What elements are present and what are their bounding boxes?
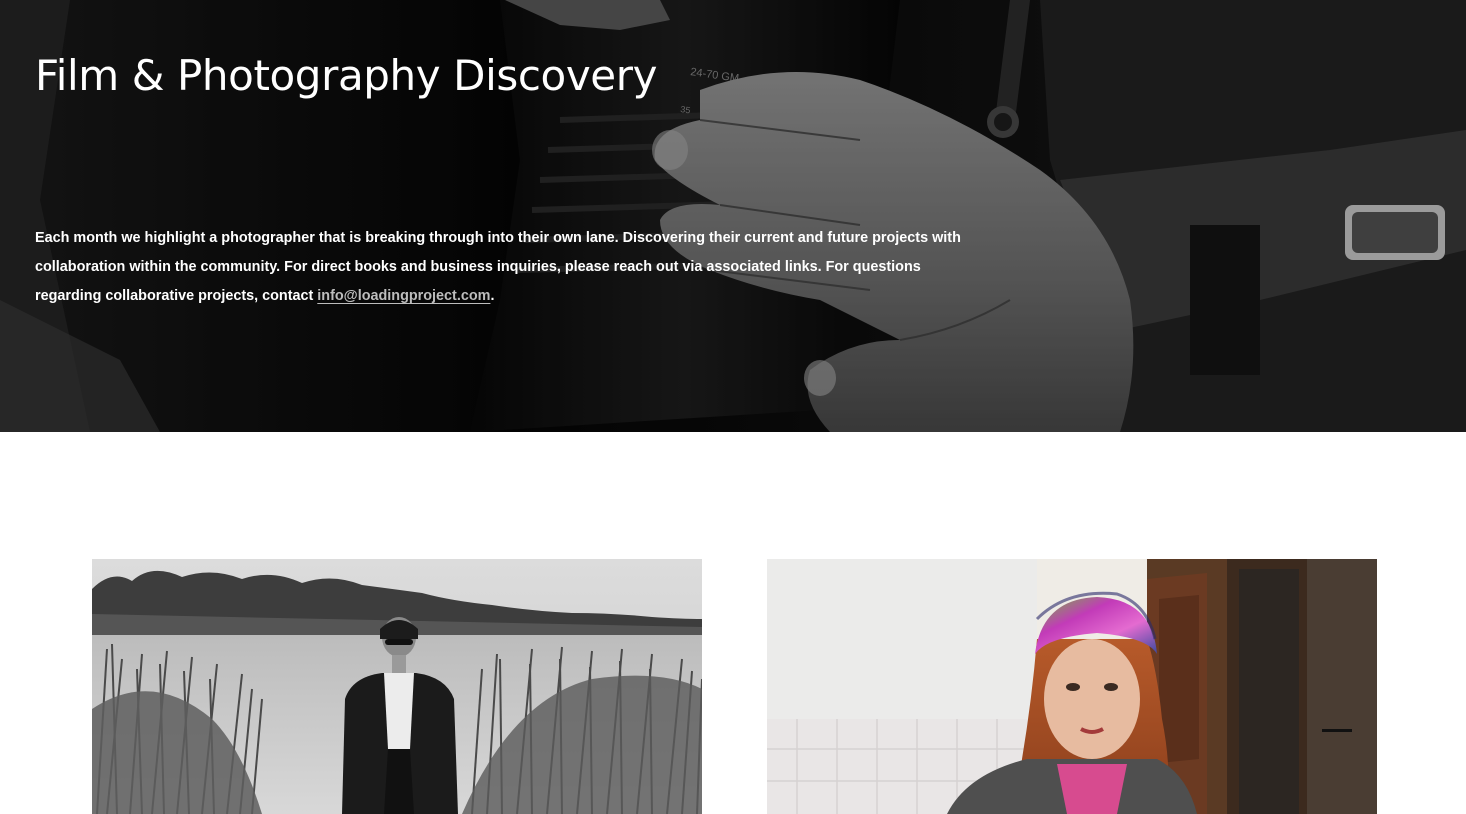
page-title: Film & Photography Discovery	[35, 51, 658, 100]
gallery-card-photographer-2[interactable]	[767, 559, 1377, 814]
photographer-gallery	[0, 559, 1466, 814]
gallery-card-photographer-1[interactable]	[92, 559, 702, 814]
hero-section: 24-70 GM 35 Film & Photography Discovery…	[0, 0, 1466, 432]
gallery-photo-lake-portrait[interactable]	[92, 559, 702, 814]
hero-description-end: .	[490, 288, 495, 304]
contact-email-link[interactable]: info@loadingproject.com	[317, 288, 490, 304]
gallery-photo-kitchen-portrait[interactable]	[767, 559, 1377, 814]
hero-description-text: Each month we highlight a photographer t…	[35, 230, 961, 304]
hero-description: Each month we highlight a photographer t…	[35, 224, 965, 311]
